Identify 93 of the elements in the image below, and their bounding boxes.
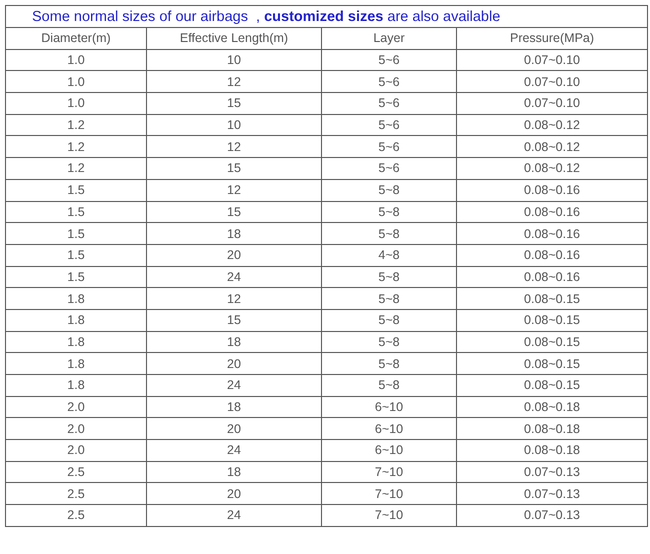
table-cell: 0.07~0.10: [456, 70, 648, 93]
table-cell: 0.08~0.15: [456, 331, 648, 353]
table-cell: 0.08~0.15: [456, 352, 648, 374]
table-cell: 2.0: [6, 440, 146, 462]
table-cell: 1.2: [6, 158, 146, 180]
table-cell: 7~10: [322, 504, 456, 526]
table-cell: 7~10: [322, 461, 456, 483]
table-cell: 1.5: [6, 201, 146, 223]
column-header: Effective Length(m): [146, 28, 322, 50]
table-cell: 2.5: [6, 504, 146, 526]
table-cell: 1.5: [6, 179, 146, 201]
table-cell: 1.8: [6, 331, 146, 353]
table-cell: 10: [146, 49, 322, 71]
table-cell: 0.08~0.16: [456, 179, 648, 201]
table-cell: 2.5: [6, 482, 146, 505]
table-cell: 0.07~0.13: [456, 482, 648, 505]
table-cell: 5~6: [322, 114, 456, 136]
table-cell: 1.8: [6, 309, 146, 332]
table-caption: Some normal sizes of our airbags , customized sizes are also available: [6, 6, 648, 28]
table-cell: 18: [146, 222, 322, 244]
table-cell: 5~8: [322, 374, 456, 396]
table-cell: 20: [146, 418, 322, 440]
table-cell: 24: [146, 440, 322, 462]
table-cell: 10: [146, 114, 322, 136]
table-cell: 6~10: [322, 396, 456, 418]
table-cell: 12: [146, 179, 322, 201]
table-cell: 4~8: [322, 244, 456, 266]
table-cell: 20: [146, 244, 322, 266]
table-cell: 20: [146, 352, 322, 374]
table-cell: 7~10: [322, 482, 456, 505]
table-cell: 2.5: [6, 461, 146, 483]
table-cell: 15: [146, 201, 322, 223]
table-cell: 1.2: [6, 114, 146, 136]
table-cell: 18: [146, 331, 322, 353]
table-cell: 1.0: [6, 49, 146, 71]
table-cell: 20: [146, 482, 322, 505]
table-cell: 0.07~0.13: [456, 504, 648, 526]
table-cell: 0.08~0.12: [456, 136, 648, 158]
table-cell: 5~6: [322, 136, 456, 158]
column-header: Diameter(m): [6, 28, 146, 50]
table-cell: 2.0: [6, 396, 146, 418]
table-cell: 0.08~0.12: [456, 158, 648, 180]
table-cell: 18: [146, 461, 322, 483]
table-cell: 0.08~0.18: [456, 418, 648, 440]
table-cell: 0.08~0.16: [456, 201, 648, 223]
table-cell: 1.5: [6, 266, 146, 288]
table-cell: 0.07~0.10: [456, 92, 648, 114]
table-cell: 1.0: [6, 70, 146, 93]
table-cell: 18: [146, 396, 322, 418]
table-cell: 24: [146, 266, 322, 288]
table-cell: 12: [146, 288, 322, 310]
table-cell: 12: [146, 70, 322, 93]
table-cell: 0.07~0.10: [456, 49, 648, 71]
table-cell: 5~8: [322, 331, 456, 353]
table-cell: 0.08~0.18: [456, 396, 648, 418]
table-cell: 0.08~0.16: [456, 244, 648, 266]
column-header: Pressure(MPa): [456, 28, 648, 50]
table-cell: 1.8: [6, 352, 146, 374]
column-header: Layer: [322, 28, 456, 50]
table-cell: 5~8: [322, 201, 456, 223]
table-cell: 0.08~0.12: [456, 114, 648, 136]
table-cell: 0.08~0.15: [456, 309, 648, 332]
table-cell: 1.8: [6, 374, 146, 396]
table-cell: 24: [146, 504, 322, 526]
table-cell: 1.5: [6, 244, 146, 266]
table-cell: 12: [146, 136, 322, 158]
table-cell: 15: [146, 92, 322, 114]
table-cell: 5~6: [322, 49, 456, 71]
table-cell: 2.0: [6, 418, 146, 440]
table-cell: 5~6: [322, 158, 456, 180]
table-cell: 5~8: [322, 309, 456, 332]
table-cell: 0.07~0.13: [456, 461, 648, 483]
table-cell: 5~8: [322, 266, 456, 288]
table-cell: 1.0: [6, 92, 146, 114]
table-cell: 1.5: [6, 222, 146, 244]
table-cell: 15: [146, 158, 322, 180]
table-cell: 5~8: [322, 179, 456, 201]
table-cell: 0.08~0.18: [456, 440, 648, 462]
table-cell: 6~10: [322, 418, 456, 440]
table-cell: 5~8: [322, 222, 456, 244]
table-cell: 15: [146, 309, 322, 332]
table-cell: 24: [146, 374, 322, 396]
table-cell: 0.08~0.15: [456, 288, 648, 310]
table-cell: 1.8: [6, 288, 146, 310]
table-cell: 6~10: [322, 440, 456, 462]
table-cell: 5~6: [322, 92, 456, 114]
table-cell: 5~8: [322, 288, 456, 310]
table-cell: 1.2: [6, 136, 146, 158]
table-cell: 0.08~0.16: [456, 266, 648, 288]
table-cell: 0.08~0.15: [456, 374, 648, 396]
table-cell: 0.08~0.16: [456, 222, 648, 244]
table-cell: 5~8: [322, 352, 456, 374]
table-cell: 5~6: [322, 70, 456, 93]
